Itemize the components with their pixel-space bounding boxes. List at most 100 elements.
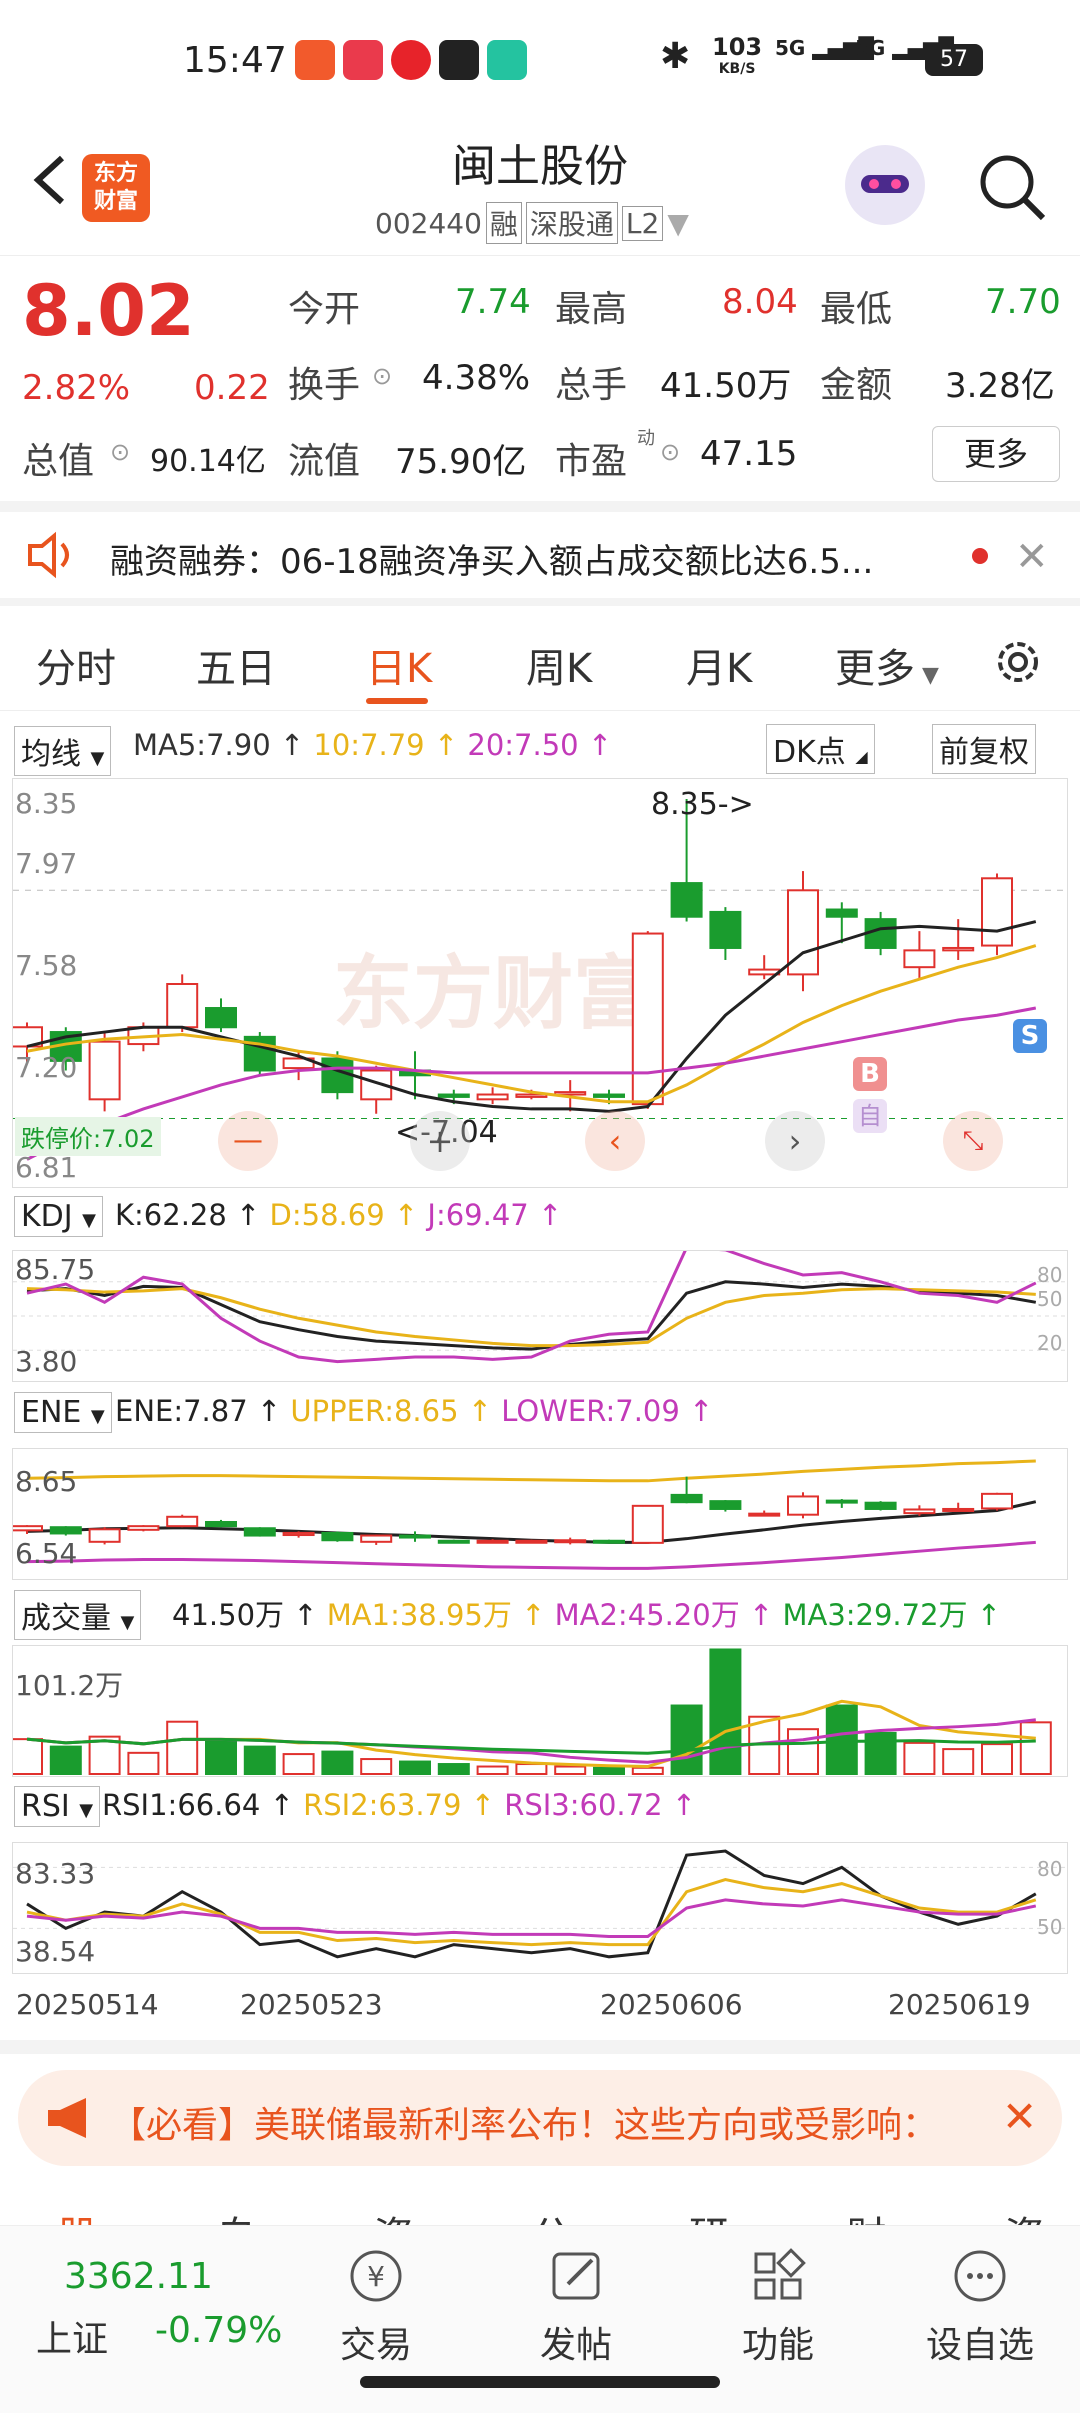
date-axis: 20250514 20250523 20250606 20250619: [12, 1980, 1066, 2030]
tab-daily[interactable]: 日K: [366, 636, 432, 694]
sell-marker[interactable]: S: [1013, 1019, 1047, 1053]
turnover-label: 换手: [288, 365, 361, 406]
volume-panel[interactable]: 101.2万: [12, 1645, 1068, 1777]
kline-panel[interactable]: 东方财富 8.35 7.97 7.58 7.20 6.81 8.35-> <-7…: [12, 778, 1068, 1188]
rsi-panel[interactable]: 83.33 38.54 80 50: [12, 1842, 1068, 1974]
volume-label: 总手: [555, 365, 628, 406]
volume-bar: [554, 1765, 587, 1776]
rsi-select[interactable]: RSI ▼: [14, 1786, 101, 1827]
ref-label: 80: [1037, 1857, 1063, 1881]
news-banner[interactable]: 【必看】美联储最新利率公布！这些方向或受影响： ✕: [18, 2070, 1062, 2166]
y-label: 7.58: [15, 949, 78, 982]
candle-body: [631, 932, 664, 1106]
tab-5day[interactable]: 五日: [196, 636, 276, 694]
info-icon[interactable]: ⊙: [372, 362, 392, 390]
y-label: 8.65: [15, 1465, 78, 1498]
open: 7.74: [455, 282, 531, 322]
unread-dot: [972, 548, 988, 564]
margin-notice[interactable]: 融资融券：06-18融资净买入额占成交额比达6.5... ✕: [0, 512, 1080, 598]
ene-select[interactable]: ENE ▼: [14, 1392, 112, 1433]
tab-notice[interactable]: 公告: [531, 2204, 607, 2226]
amount-label: 金额: [820, 365, 893, 406]
pe-sup: 动: [637, 428, 655, 449]
volume-bar: [49, 1745, 82, 1775]
kdj-panel[interactable]: 85.75 3.80 80 50 20: [12, 1250, 1068, 1382]
zoom-in-button[interactable]: +: [410, 1111, 470, 1171]
buy-marker[interactable]: B: [853, 1057, 887, 1091]
dk-select[interactable]: DK点 ◢: [766, 724, 875, 774]
app-notification-icon: [295, 40, 335, 80]
tab-more[interactable]: 更多 ▼: [835, 636, 939, 694]
gear-icon[interactable]: [990, 634, 1046, 690]
quote-panel: 8.02 2.82% 0.22 总值 ⊙ 90.14亿 今开 7.74 最高 8…: [0, 256, 1080, 501]
tab-monthly[interactable]: 月K: [686, 636, 752, 694]
prev-button[interactable]: ‹: [585, 1111, 645, 1171]
info-icon[interactable]: ⊙: [660, 438, 680, 466]
volume-bar: [787, 1728, 819, 1775]
kdj-select[interactable]: KDJ ▼: [14, 1196, 104, 1237]
ma-legend: MA5:7.90 ↑ 10:7.79 ↑ 20:7.50 ↑: [133, 728, 613, 762]
back-icon[interactable]: [20, 150, 80, 210]
close-icon[interactable]: ✕: [1015, 534, 1049, 580]
index-value[interactable]: 3362.11: [64, 2256, 213, 2297]
candle-body: [593, 1093, 625, 1098]
megaphone-icon: [46, 2096, 96, 2140]
candle-body: [205, 1007, 237, 1029]
more-button[interactable]: 更多: [932, 426, 1060, 482]
eastmoney-logo: 东方 财富: [82, 154, 150, 222]
ene-candle-body: [243, 1527, 276, 1537]
nav-post[interactable]: 发帖: [506, 2246, 646, 2368]
amount: 3.28亿: [945, 366, 1055, 406]
ene-candle-body: [360, 1534, 393, 1543]
tab-guba[interactable]: 股吧: [58, 2204, 134, 2226]
nav-add-watchlist[interactable]: 设自选: [910, 2246, 1050, 2368]
index-name[interactable]: 上证: [36, 2310, 108, 2362]
ene-candle-body: [282, 1531, 315, 1537]
volume-bar: [709, 1648, 742, 1775]
tab-minute[interactable]: 分时: [36, 636, 116, 694]
network-speed: 103 KB/S: [712, 33, 763, 77]
robot-assistant-icon[interactable]: [845, 145, 925, 225]
home-indicator: [360, 2376, 720, 2388]
volume-chart: [13, 1648, 1052, 1776]
ene-panel[interactable]: 8.65 6.54: [12, 1448, 1068, 1580]
high: 8.04: [722, 282, 798, 322]
ene-candle-body: [864, 1501, 897, 1510]
ref-label: 50: [1037, 1287, 1063, 1311]
tab-zijian[interactable]: 自见: [216, 2204, 292, 2226]
nav-functions[interactable]: 功能: [708, 2246, 848, 2368]
search-icon[interactable]: [975, 150, 1051, 226]
y-label: 7.20: [15, 1051, 78, 1084]
ene-candle-body: [515, 1539, 548, 1544]
tab-profile[interactable]: 资料: [1004, 2204, 1080, 2226]
tab-finance[interactable]: 财务: [847, 2204, 923, 2226]
volume-bar: [205, 1738, 237, 1775]
tab-report[interactable]: 研报: [689, 2204, 765, 2226]
connect-tag: 深股通: [525, 202, 618, 244]
tab-news[interactable]: 资讯: [373, 2204, 449, 2226]
close-icon[interactable]: ✕: [1002, 2092, 1037, 2141]
index-change[interactable]: -0.79%: [155, 2310, 282, 2351]
stock-code-row[interactable]: 002440 融 深股通 L2 ▼: [375, 202, 689, 244]
period-tabs: 分时 五日 日K 周K 月K 更多 ▼: [0, 606, 1080, 711]
fullscreen-button[interactable]: ⤡: [943, 1111, 1003, 1171]
bottom-nav: 3362.11 上证 -0.79% ¥ 交易 发帖 功能 设自选: [0, 2225, 1080, 2413]
ene-candle-body: [787, 1495, 819, 1516]
ene-candle-body: [127, 1525, 160, 1531]
y-label: 6.54: [15, 1537, 78, 1570]
info-icon[interactable]: ⊙: [110, 438, 130, 466]
tab-weekly[interactable]: 周K: [526, 636, 592, 694]
volume-bar: [981, 1743, 1013, 1775]
next-button[interactable]: ›: [765, 1111, 825, 1171]
float-cap: 75.90亿: [395, 442, 527, 482]
candle-body: [825, 908, 858, 918]
ene-upper-line: [26, 1459, 1036, 1483]
zoom-out-button[interactable]: —: [218, 1111, 278, 1171]
volume-select[interactable]: 成交量 ▼: [14, 1590, 142, 1640]
nav-trade[interactable]: ¥ 交易: [306, 2246, 446, 2368]
volume-bar: [321, 1750, 354, 1776]
adjust-button[interactable]: 前复权: [932, 724, 1036, 774]
self-marker[interactable]: 自: [853, 1099, 887, 1133]
volume-bar: [825, 1704, 858, 1776]
ma-select[interactable]: 均线 ▼: [14, 726, 112, 776]
